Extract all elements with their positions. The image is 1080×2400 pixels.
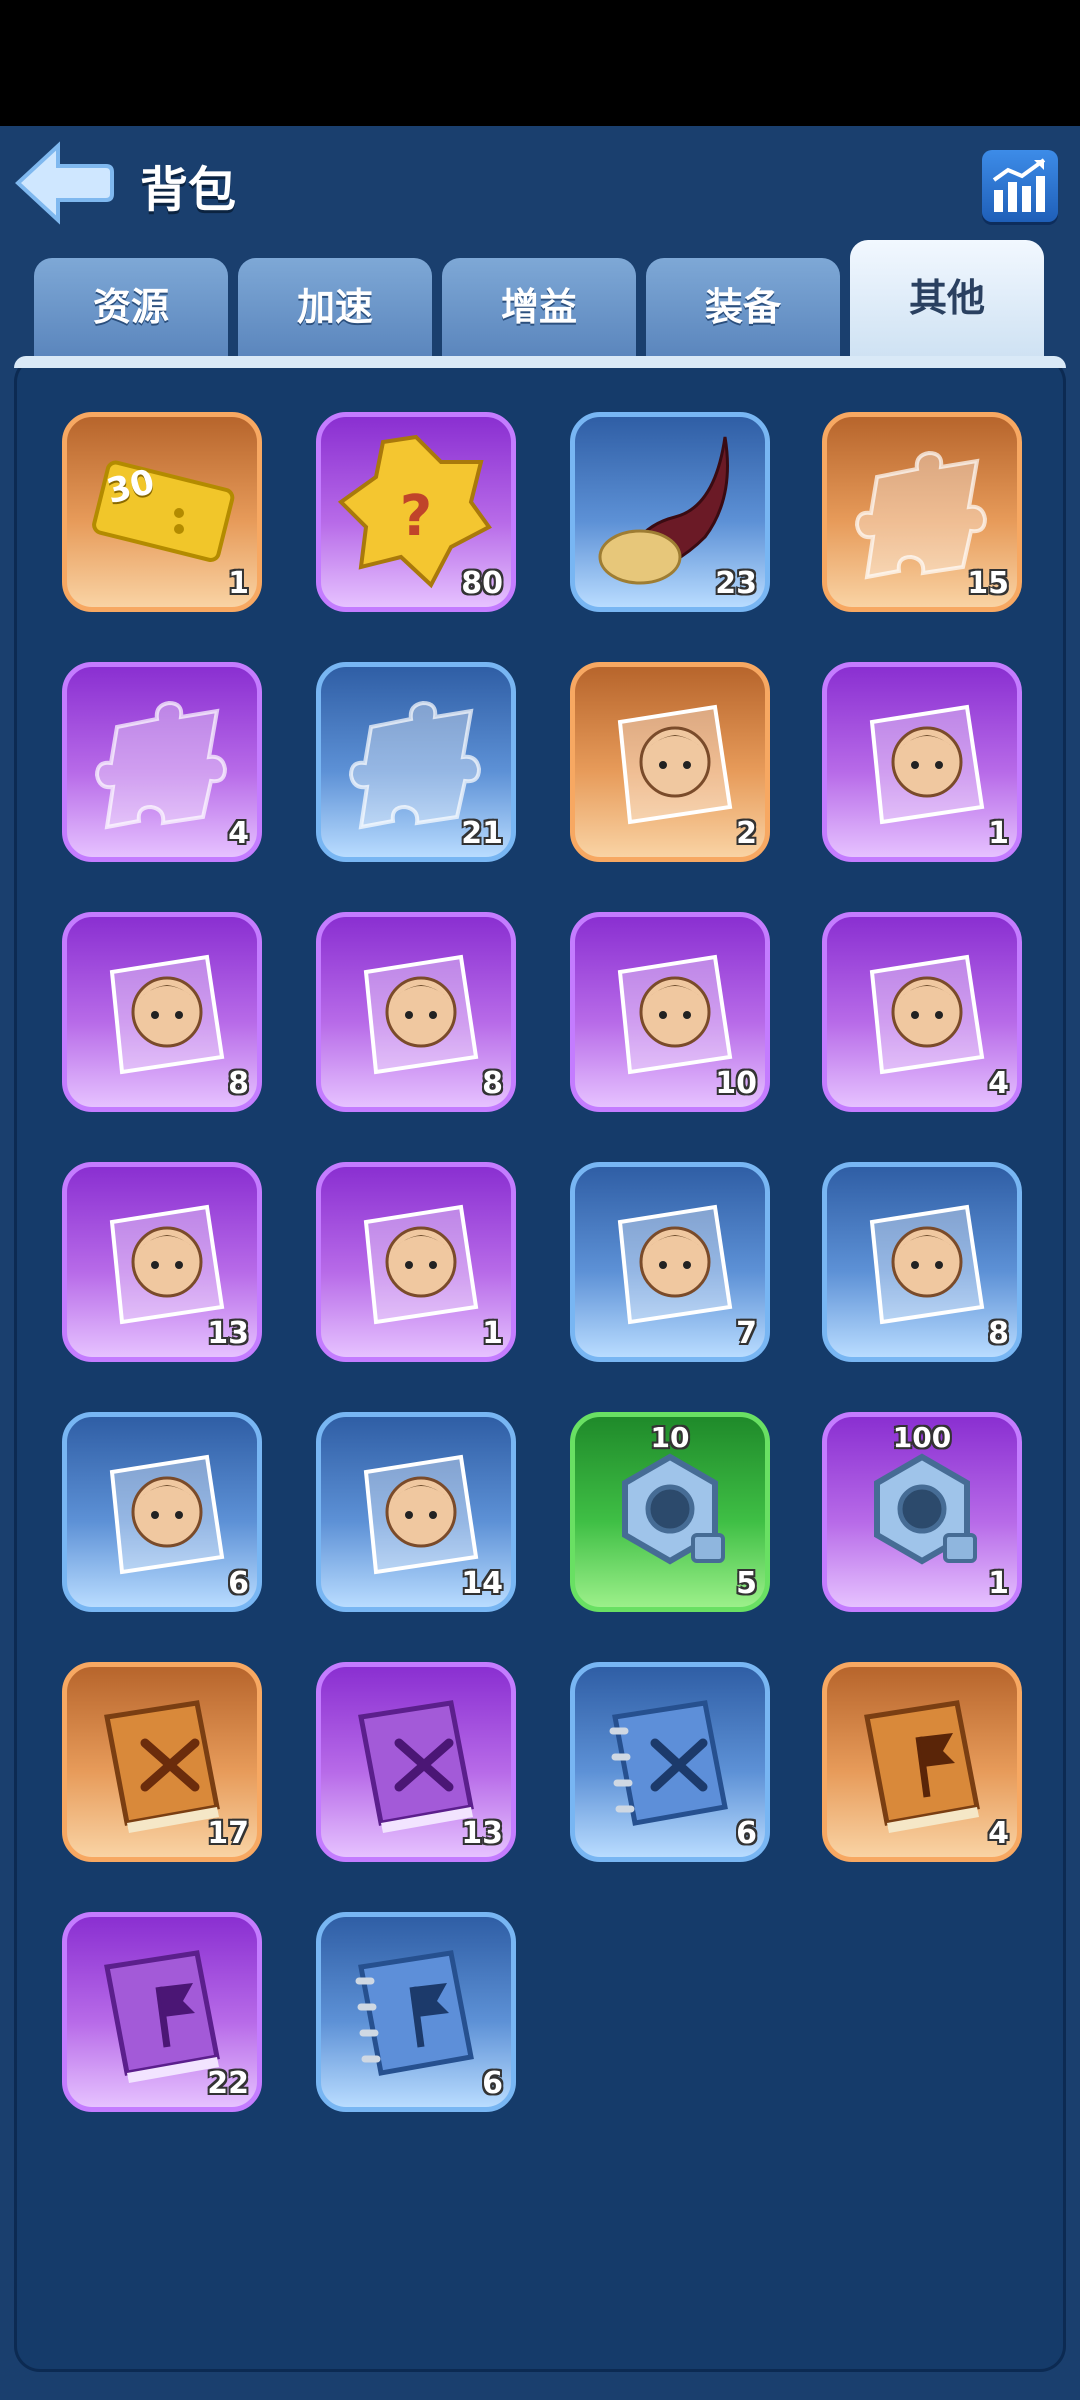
item-slot[interactable]: 15 xyxy=(822,412,1022,612)
item-slot[interactable]: 14 xyxy=(316,1412,516,1612)
item-value-label: 10 xyxy=(650,1421,690,1454)
item-count: 21 xyxy=(461,816,503,851)
bar-chart-icon xyxy=(992,158,1046,212)
tab-boosts[interactable]: 增益 xyxy=(442,258,636,356)
back-arrow-icon xyxy=(15,141,114,225)
item-slot[interactable]: 4 xyxy=(62,662,262,862)
panel-top-edge xyxy=(14,356,1066,368)
item-count: 13 xyxy=(461,1816,503,1851)
item-slot[interactable]: 6 xyxy=(316,1912,516,2112)
item-count: 2 xyxy=(736,816,757,851)
item-count: 6 xyxy=(228,1566,249,1601)
item-slot[interactable]: 30 1 xyxy=(62,412,262,612)
item-count: 4 xyxy=(228,816,249,851)
item-slot[interactable]: 10 xyxy=(570,912,770,1112)
tab-other[interactable]: 其他 xyxy=(850,240,1044,356)
back-button[interactable] xyxy=(14,140,114,226)
item-count: 8 xyxy=(482,1066,503,1101)
item-value-label: 100 xyxy=(892,1421,952,1454)
item-slot[interactable]: 21 xyxy=(316,662,516,862)
item-count: 7 xyxy=(736,1316,757,1351)
item-count: 8 xyxy=(228,1066,249,1101)
item-count: 1 xyxy=(482,1316,503,1351)
item-count: 1 xyxy=(228,566,249,601)
item-slot[interactable]: 6 xyxy=(62,1412,262,1612)
item-count: 1 xyxy=(988,1566,1009,1601)
item-slot[interactable]: 4 xyxy=(822,912,1022,1112)
page-title: 背包 xyxy=(140,162,237,218)
item-slot[interactable]: 8 xyxy=(316,912,516,1112)
item-slot[interactable]: 2 xyxy=(570,662,770,862)
tab-speedup[interactable]: 加速 xyxy=(238,258,432,356)
item-count: 6 xyxy=(736,1816,757,1851)
item-count: 5 xyxy=(736,1566,757,1601)
item-count: 23 xyxy=(715,566,757,601)
item-slot[interactable]: 1 xyxy=(316,1162,516,1362)
item-count: 15 xyxy=(967,566,1009,601)
item-slot[interactable]: 8 xyxy=(822,1162,1022,1362)
item-slot[interactable]: ? 80 xyxy=(316,412,516,612)
item-count: 4 xyxy=(988,1816,1009,1851)
item-slot[interactable]: 22 xyxy=(62,1912,262,2112)
tab-resources[interactable]: 资源 xyxy=(34,258,228,356)
item-count: 17 xyxy=(207,1816,249,1851)
item-slot[interactable]: 17 xyxy=(62,1662,262,1862)
stats-button[interactable] xyxy=(982,150,1058,222)
item-count: 22 xyxy=(207,2066,249,2101)
item-slot[interactable]: 13 xyxy=(316,1662,516,1862)
item-count: 14 xyxy=(461,1566,503,1601)
item-slot[interactable]: 7 xyxy=(570,1162,770,1362)
item-slot[interactable]: 23 xyxy=(570,412,770,612)
item-slot[interactable]: 1 xyxy=(822,662,1022,862)
item-slot[interactable]: 10 5 xyxy=(570,1412,770,1612)
item-slot[interactable]: 100 1 xyxy=(822,1412,1022,1612)
item-count: 13 xyxy=(207,1316,249,1351)
item-slot[interactable]: 6 xyxy=(570,1662,770,1862)
item-count: 6 xyxy=(482,2066,503,2101)
tab-equipment[interactable]: 装备 xyxy=(646,258,840,356)
item-slot[interactable]: 8 xyxy=(62,912,262,1112)
svg-text:?: ? xyxy=(400,484,432,549)
item-count: 8 xyxy=(988,1316,1009,1351)
item-slot[interactable]: 4 xyxy=(822,1662,1022,1862)
item-slot[interactable]: 13 xyxy=(62,1162,262,1362)
item-count: 10 xyxy=(715,1066,757,1101)
item-count: 1 xyxy=(988,816,1009,851)
item-count: 80 xyxy=(461,566,503,601)
item-count: 4 xyxy=(988,1066,1009,1101)
